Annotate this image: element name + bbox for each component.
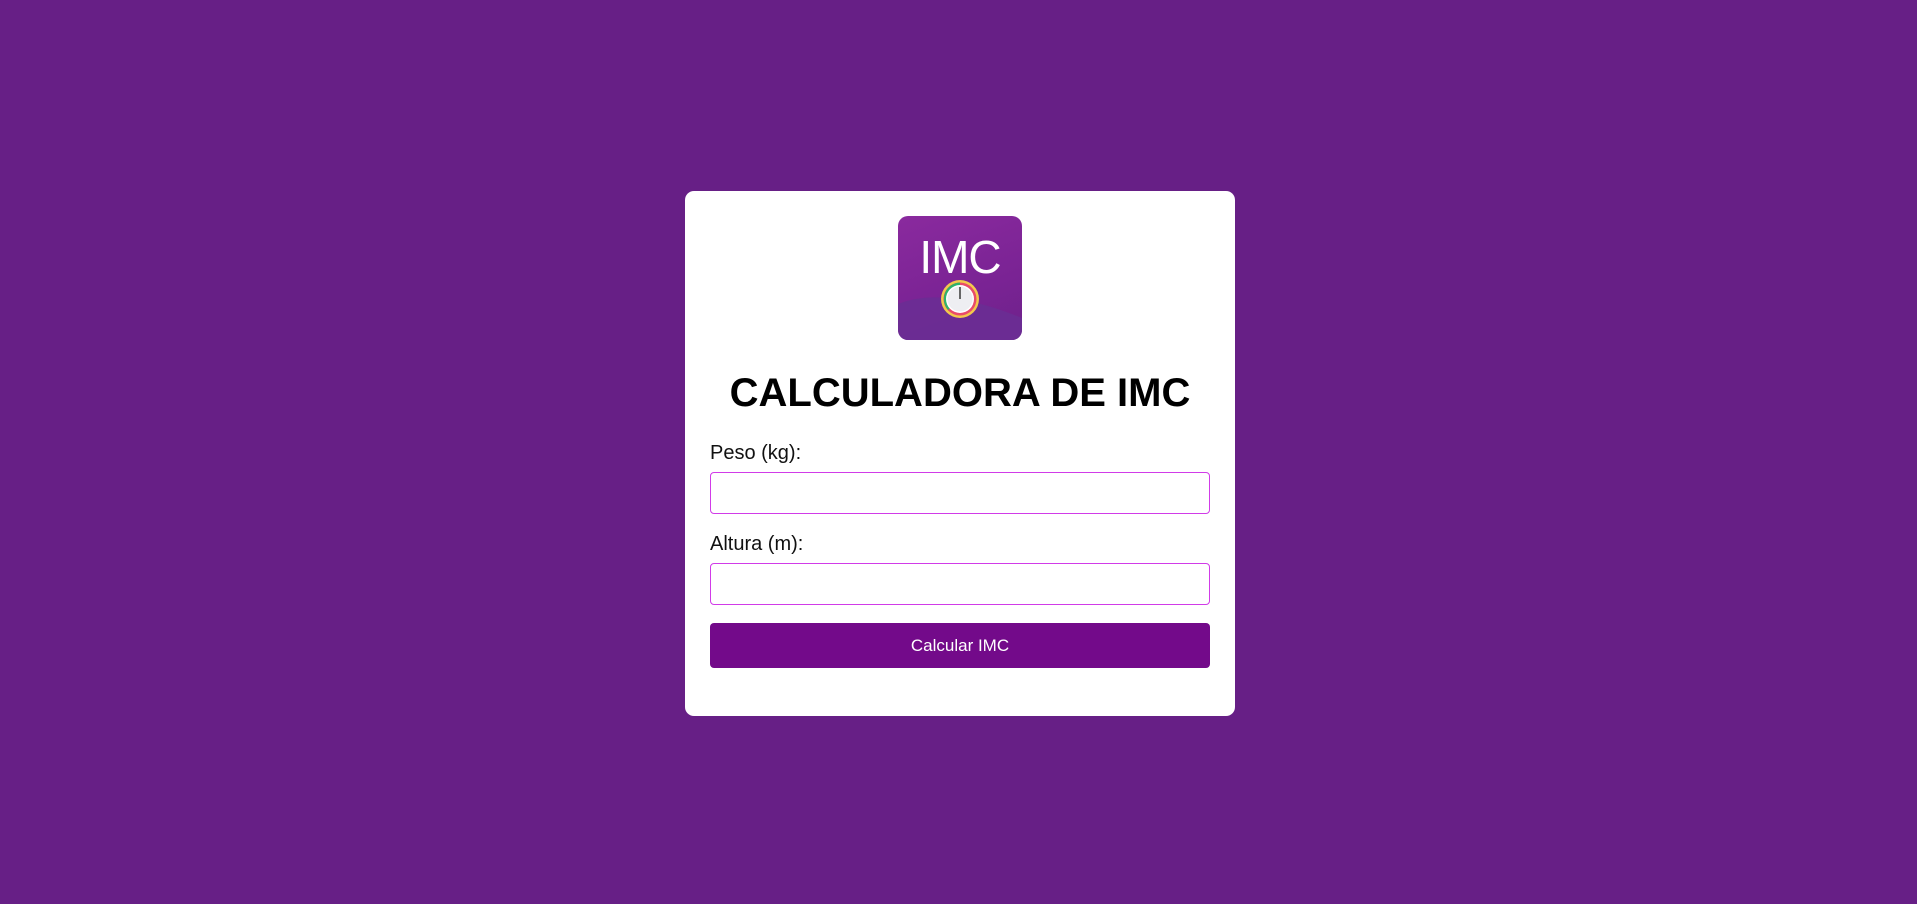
logo-text: IMC xyxy=(919,231,1001,283)
weight-label: Peso (kg): xyxy=(710,442,802,464)
calculator-card: IMC CALCULADORA DE IMC Peso (kg): Altura… xyxy=(685,191,1235,716)
calculate-bmi-button[interactable]: Calcular IMC xyxy=(710,623,1210,668)
weight-input[interactable] xyxy=(710,472,1210,514)
height-label: Altura (m): xyxy=(710,533,804,555)
page-title: CALCULADORA DE IMC xyxy=(729,371,1191,415)
bmi-gauge-icon: IMC xyxy=(898,216,1022,340)
height-input[interactable] xyxy=(710,563,1210,605)
